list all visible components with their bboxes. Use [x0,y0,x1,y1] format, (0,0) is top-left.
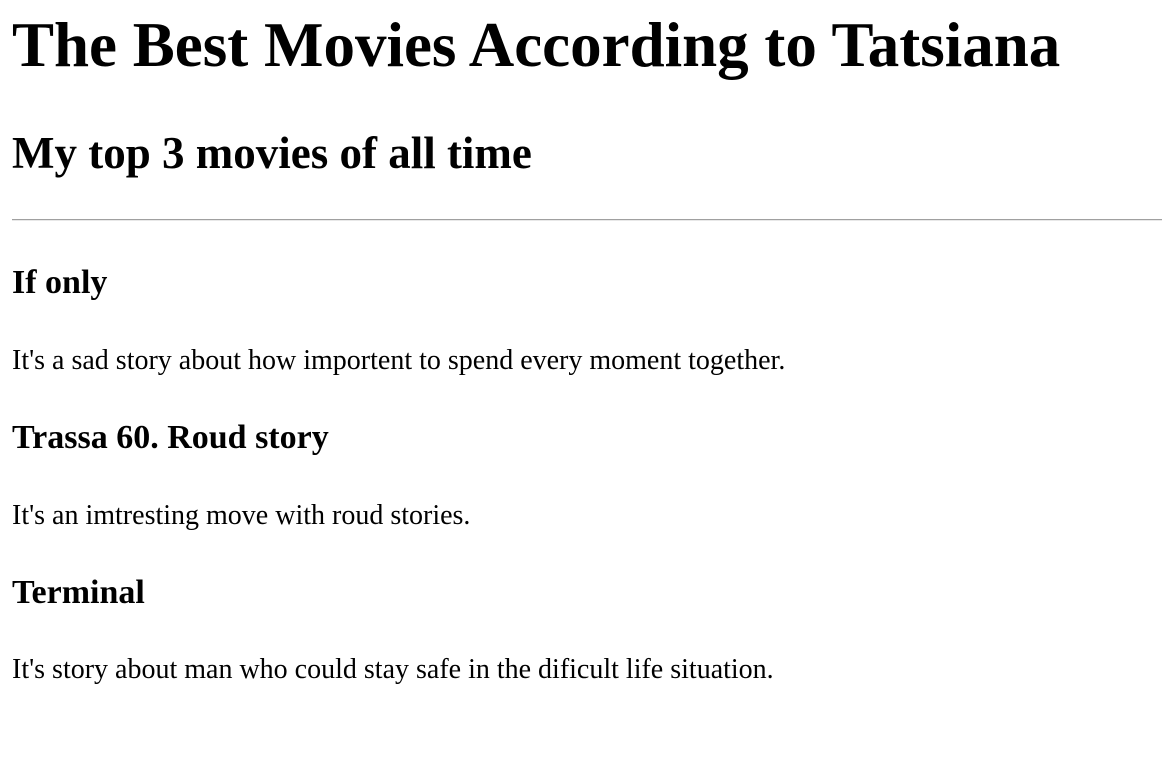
divider [12,219,1162,221]
movie-title: Terminal [12,574,145,611]
page-subtitle: My top 3 movies of all time [12,128,532,178]
movie-title: Trassa 60. Roud story [12,419,329,456]
page-title: The Best Movies According to Tatsiana [12,10,1061,80]
movie-description: It's a sad story about how importent to … [12,345,786,376]
movie-title: If only [12,264,108,301]
movie-description: It's story about man who could stay safe… [12,654,774,685]
movie-description: It's an imtresting move with roud storie… [12,500,471,531]
